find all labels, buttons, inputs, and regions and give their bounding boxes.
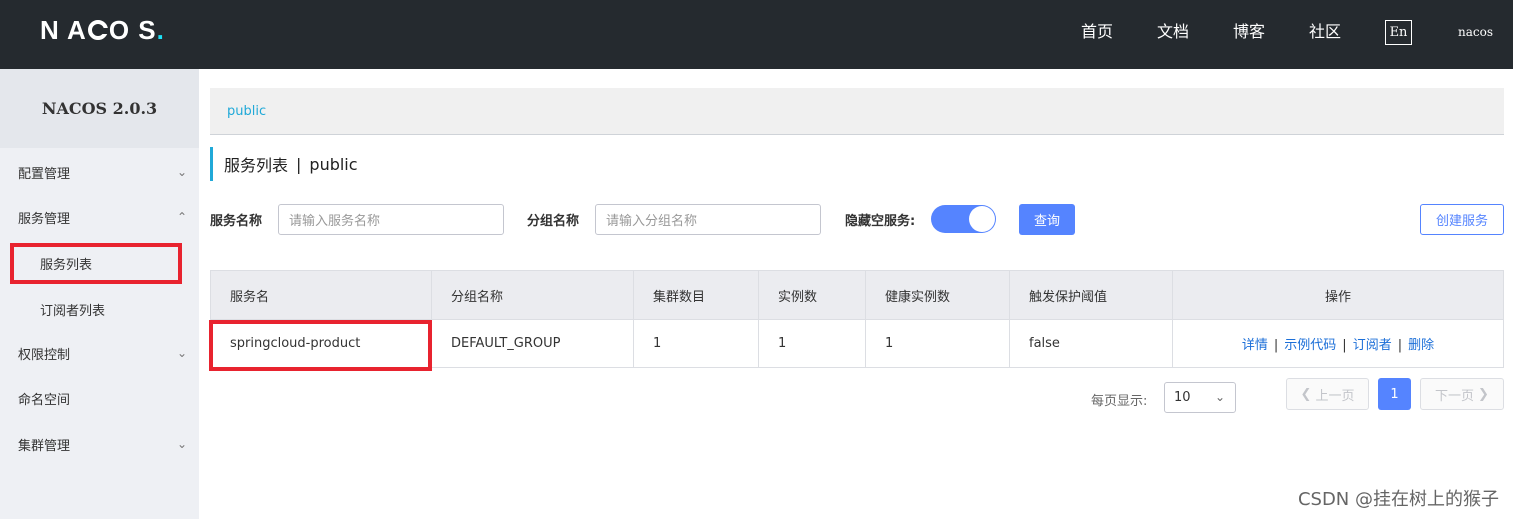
- prev-page-label: 上一页: [1315, 388, 1355, 404]
- sidebar-item-label: 服务管理: [18, 211, 71, 227]
- nav-blog[interactable]: 博客: [1233, 20, 1265, 44]
- page-title-text: 服务列表: [224, 156, 289, 175]
- hide-empty-label: 隐藏空服务:: [845, 214, 916, 229]
- namespace-bar: public: [210, 88, 1504, 135]
- delete-link[interactable]: 删除: [1408, 338, 1434, 353]
- column-header-ops: 操作: [1172, 270, 1504, 320]
- chevron-down-icon: ⌄: [176, 165, 187, 179]
- chevron-down-icon: ⌄: [176, 437, 187, 451]
- service-name-label: 服务名称: [210, 214, 263, 229]
- nav-docs[interactable]: 文档: [1157, 20, 1189, 44]
- sidebar-title: NACOS 2.0.3: [0, 69, 199, 148]
- cell-cluster-count: 1: [633, 319, 759, 368]
- top-nav: 首页 文档 博客 社区 En nacos: [1081, 19, 1513, 45]
- sidebar-item-service-management[interactable]: 服务管理 ⌃: [0, 197, 199, 237]
- chevron-down-icon: ⌄: [1214, 390, 1225, 404]
- details-link[interactable]: 详情: [1242, 338, 1268, 353]
- namespace-link-public[interactable]: public: [227, 104, 266, 119]
- sidebar-item-label: 订阅者列表: [40, 303, 106, 319]
- table-header-row: 服务名 分组名称 集群数目 实例数 健康实例数 触发保护阈值 操作: [210, 270, 1504, 320]
- highlight-box-service-name: [209, 320, 432, 371]
- create-service-button[interactable]: 创建服务: [1420, 204, 1504, 235]
- sidebar-item-label: 命名空间: [18, 392, 71, 408]
- nacos-logo[interactable]: N AO S.: [40, 15, 165, 45]
- top-bar: N AO S. 首页 文档 博客 社区 En nacos: [0, 0, 1513, 69]
- nav-home[interactable]: 首页: [1081, 20, 1113, 44]
- sidebar-item-label: 配置管理: [18, 166, 71, 182]
- page-size-value: 10: [1174, 390, 1191, 405]
- prev-page-button[interactable]: ❮ 上一页: [1286, 378, 1369, 410]
- page-namespace: public: [309, 154, 358, 174]
- watermark: CSDN @挂在树上的猴子: [1297, 489, 1499, 510]
- column-header-clusters[interactable]: 集群数目: [633, 270, 759, 320]
- sidebar-item-namespace[interactable]: 命名空间: [0, 378, 199, 418]
- page-1-button[interactable]: 1: [1378, 378, 1411, 410]
- language-switch-button[interactable]: En: [1385, 19, 1412, 45]
- service-name-input[interactable]: 请输入服务名称: [278, 204, 504, 235]
- query-button[interactable]: 查询: [1019, 204, 1075, 235]
- column-header-group[interactable]: 分组名称: [431, 270, 634, 320]
- column-header-threshold[interactable]: 触发保护阈值: [1009, 270, 1173, 320]
- page-title: 服务列表 | public: [210, 147, 358, 181]
- page-size-label: 每页显示:: [1091, 394, 1148, 409]
- group-name-label: 分组名称: [527, 214, 580, 229]
- highlight-box-service-list: [10, 243, 182, 284]
- sidebar-item-cluster-management[interactable]: 集群管理 ⌄: [0, 424, 199, 464]
- cell-healthy-count: 1: [865, 319, 1010, 368]
- sidebar: NACOS 2.0.3 配置管理 ⌄ 服务管理 ⌃ 服务列表 订阅者列表 权限控…: [0, 69, 199, 519]
- column-header-healthy[interactable]: 健康实例数: [865, 270, 1010, 320]
- cell-group-name: DEFAULT_GROUP: [431, 319, 634, 368]
- toggle-knob: [969, 206, 995, 232]
- chevron-down-icon: ⌄: [176, 346, 187, 360]
- chevron-up-icon: ⌃: [176, 210, 187, 224]
- subscribers-link[interactable]: 订阅者: [1353, 338, 1392, 353]
- sidebar-item-label: 集群管理: [18, 438, 71, 454]
- cell-operations: 详情 | 示例代码 | 订阅者 | 删除: [1172, 319, 1504, 368]
- column-header-service[interactable]: 服务名: [210, 270, 432, 320]
- cell-instance-count: 1: [758, 319, 866, 368]
- hide-empty-toggle[interactable]: [931, 205, 996, 233]
- sidebar-item-config-management[interactable]: 配置管理 ⌄: [0, 152, 199, 192]
- title-separator: |: [296, 154, 302, 174]
- sidebar-item-label: 权限控制: [18, 347, 71, 363]
- chevron-right-icon: ❯: [1478, 386, 1489, 402]
- sidebar-item-access-control[interactable]: 权限控制 ⌄: [0, 333, 199, 373]
- chevron-left-icon: ❮: [1300, 386, 1312, 402]
- page-size-select[interactable]: 10 ⌄: [1164, 382, 1236, 413]
- cell-threshold: false: [1009, 319, 1173, 368]
- sidebar-item-subscriber-list[interactable]: 订阅者列表: [0, 289, 199, 329]
- next-page-button[interactable]: 下一页 ❯: [1420, 378, 1504, 410]
- group-name-input[interactable]: 请输入分组名称: [595, 204, 821, 235]
- user-name[interactable]: nacos: [1458, 25, 1493, 39]
- next-page-label: 下一页: [1435, 388, 1475, 404]
- column-header-instances[interactable]: 实例数: [758, 270, 866, 320]
- sample-code-link[interactable]: 示例代码: [1284, 338, 1336, 353]
- nav-community[interactable]: 社区: [1309, 20, 1341, 44]
